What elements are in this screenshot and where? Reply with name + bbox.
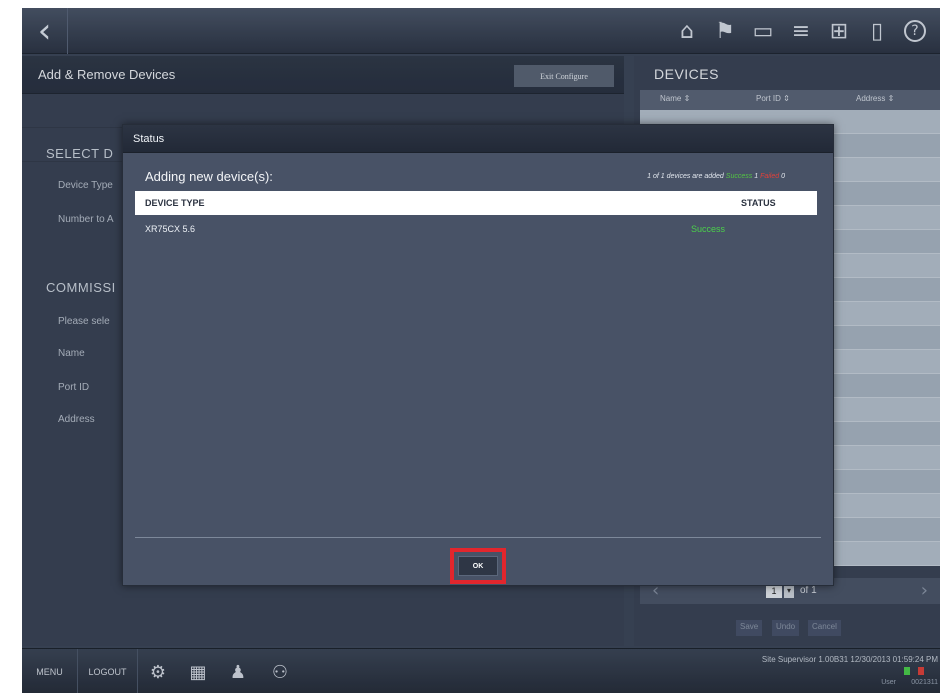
status-dialog: Status Adding new device(s): 1 of 1 devi…	[122, 124, 834, 586]
app-window: ‹ ⌂ ⚑ ▭ ≡ ⊞ ▯ ? Add & Remove Devices Exi…	[22, 8, 940, 693]
ok-highlight-box: OK	[450, 548, 506, 584]
dialog-title: Status	[133, 133, 165, 145]
column-header-status: STATUS	[741, 198, 776, 208]
device-type-cell: XR75CX 5.6	[145, 224, 196, 234]
column-header-device-type: DEVICE TYPE	[145, 198, 205, 208]
status-table-header: DEVICE TYPE STATUS	[135, 191, 817, 215]
dialog-titlebar: Status	[123, 125, 833, 153]
summary-failed-count: 0	[781, 173, 785, 180]
status-cell: Success	[691, 224, 726, 234]
summary-failed-label: Failed	[760, 173, 780, 180]
ok-button[interactable]: OK	[458, 556, 498, 576]
add-summary: 1 of 1 devices are added Success 1 Faile…	[647, 173, 785, 180]
dialog-heading: Adding new device(s):	[145, 169, 273, 184]
summary-success-label: Success	[725, 173, 753, 180]
summary-success-count: 1	[754, 173, 759, 180]
table-row: XR75CX 5.6 Success	[135, 217, 817, 241]
dialog-divider	[135, 537, 821, 538]
summary-prefix: 1 of 1 devices are added	[647, 173, 724, 180]
